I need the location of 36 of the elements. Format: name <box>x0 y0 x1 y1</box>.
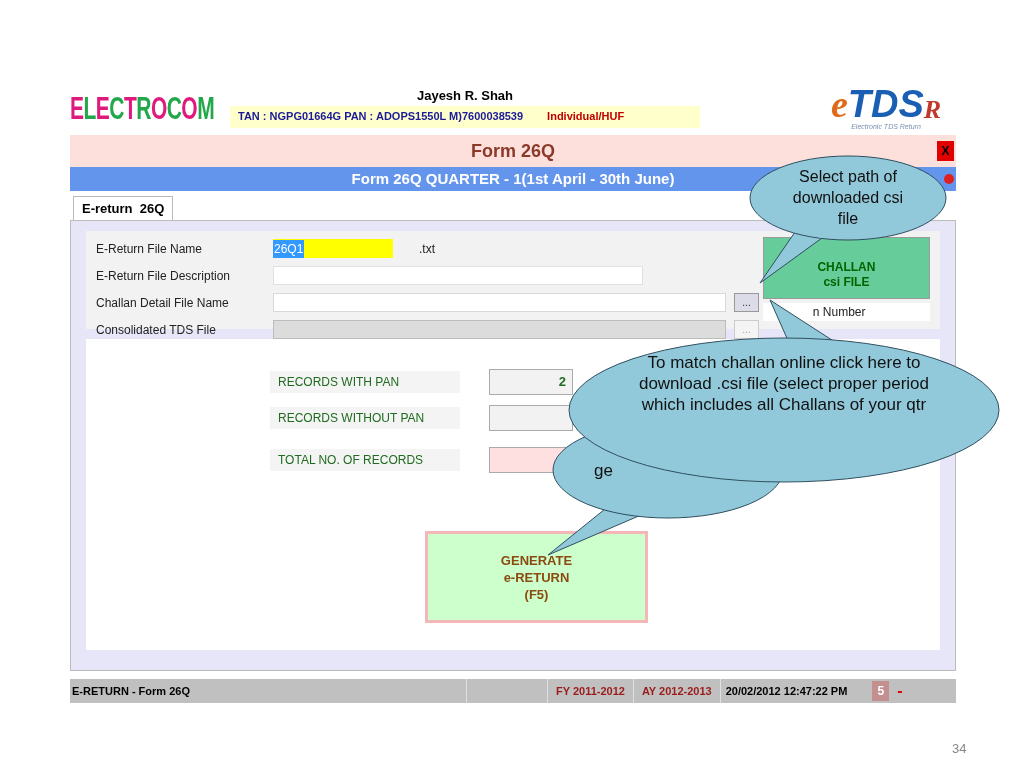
field-label: Challan Detail File Name <box>96 294 230 312</box>
browse-button[interactable]: ... <box>734 293 759 312</box>
download-challan-button[interactable]: CHALLAN csi FILE <box>762 237 930 299</box>
assessment-year: AY 2012-2013 <box>633 679 721 703</box>
form-subtitle: Form 26Q QUARTER - 1(1st April - 30th June) <box>351 168 675 189</box>
record-count-field: 2 <box>489 369 573 395</box>
field-label: E-Return File Description <box>96 267 232 285</box>
close-icon[interactable] <box>944 174 954 184</box>
challan-number-field: n Number <box>762 303 930 321</box>
field-label: E-Return File Name <box>96 240 204 258</box>
callout-text: ge <box>594 460 614 481</box>
file-path-field[interactable] <box>273 293 726 312</box>
status-text: E-RETURN - Form 26Q <box>71 683 191 699</box>
count-badge: 5 <box>872 681 890 701</box>
file-extension: .txt <box>419 240 435 258</box>
fiscal-year: FY 2011-2012 <box>548 679 634 703</box>
company-logo: ELECTROCOM <box>70 91 215 124</box>
file-name-field[interactable]: 26Q1 <box>273 239 393 258</box>
field-label: Consolidated TDS File <box>96 321 217 339</box>
record-label: TOTAL NO. OF RECORDS <box>270 449 460 471</box>
window-title: Form 26Q <box>471 139 555 163</box>
record-label: RECORDS WITH PAN <box>270 371 460 393</box>
taxpayer-ids: TAN : NGPG01664G PAN : ADOPS1550L M)7600038539 <box>238 109 524 125</box>
description-field[interactable] <box>273 266 643 285</box>
minimize-button[interactable]: - <box>897 683 903 699</box>
category-label: Individual/HUF <box>547 109 625 125</box>
brand-logo: eTDSR <box>830 85 942 123</box>
slide-number: 34 <box>952 741 967 756</box>
status-datetime: 20/02/2012 12:47:22 PM <box>724 683 849 699</box>
close-button[interactable]: X <box>937 141 954 161</box>
record-label: RECORDS WITHOUT PAN <box>270 407 460 429</box>
taxpayer-name: Jayesh R. Shah <box>416 87 514 105</box>
generate-return-button[interactable]: GENERATE e-RETURN (F5) <box>425 531 648 623</box>
callout-text: To match challan online click here to download .csi file (select proper period which includes all Challans of your qtr <box>637 352 931 415</box>
callout-text: Select path of downloaded csi file <box>791 167 905 229</box>
tab[interactable]: E-return 26Q <box>73 196 174 220</box>
